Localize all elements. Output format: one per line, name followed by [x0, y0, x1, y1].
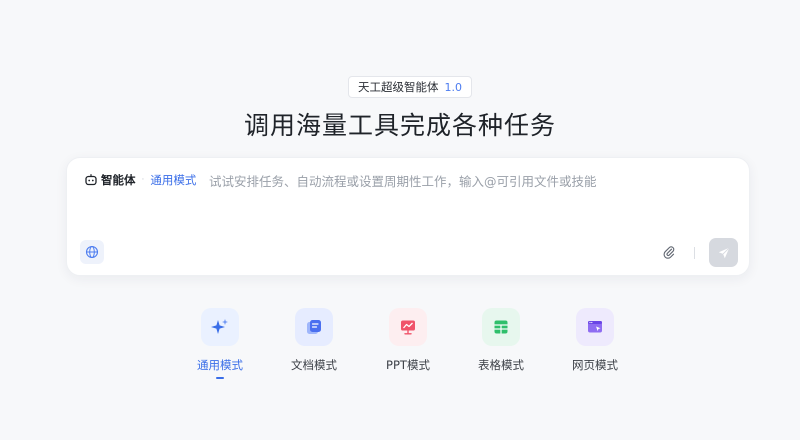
mode-ppt-label: PPT模式	[386, 358, 430, 372]
attach-button[interactable]	[661, 244, 677, 260]
mode-general[interactable]: 通用模式	[180, 308, 260, 379]
webpage-icon	[585, 317, 605, 337]
agent-selector[interactable]: 智能体 · 通用模式	[84, 172, 196, 188]
mode-webpage-label: 网页模式	[572, 358, 618, 372]
current-mode-label: 通用模式	[150, 173, 197, 187]
mode-general-tile	[201, 308, 239, 346]
mode-spreadsheet[interactable]: 表格模式	[461, 308, 541, 379]
mode-webpage[interactable]: 网页模式	[555, 308, 635, 379]
mode-spreadsheet-label: 表格模式	[478, 358, 524, 372]
paperclip-icon	[662, 245, 676, 259]
globe-icon	[85, 245, 99, 259]
mode-selector: 通用模式 文档模式 PPT模式 表格模式 网页模式	[0, 308, 800, 388]
sparkle-icon	[210, 317, 230, 337]
agent-label: 智能体	[101, 173, 136, 187]
badge-name: 天工超级智能体	[358, 80, 439, 94]
toolbar-divider	[694, 247, 695, 259]
spreadsheet-icon	[491, 317, 511, 337]
robot-icon	[84, 173, 98, 187]
prompt-composer[interactable]: 智能体 · 通用模式 试试安排任务、自动流程或设置周期性工作，输入@可引用文件或…	[66, 157, 750, 276]
presentation-icon	[398, 317, 418, 337]
send-button[interactable]	[709, 238, 738, 267]
mode-webpage-tile	[576, 308, 614, 346]
web-search-button[interactable]	[80, 240, 104, 264]
mode-spreadsheet-tile	[482, 308, 520, 346]
mode-document-tile	[295, 308, 333, 346]
mode-general-label: 通用模式	[197, 358, 243, 372]
badge-version: 1.0	[444, 80, 463, 94]
version-badge: 天工超级智能体 1.0	[348, 76, 472, 98]
send-icon	[717, 246, 731, 260]
mode-document-label: 文档模式	[291, 358, 337, 372]
mode-ppt[interactable]: PPT模式	[368, 308, 448, 379]
prompt-input[interactable]: 试试安排任务、自动流程或设置周期性工作，输入@可引用文件或技能	[209, 171, 597, 190]
active-indicator	[216, 377, 224, 379]
mode-document[interactable]: 文档模式	[274, 308, 354, 379]
document-icon	[304, 317, 324, 337]
page-title: 调用海量工具完成各种任务	[243, 111, 556, 140]
agent-separator: ·	[141, 175, 145, 185]
mode-ppt-tile	[389, 308, 427, 346]
